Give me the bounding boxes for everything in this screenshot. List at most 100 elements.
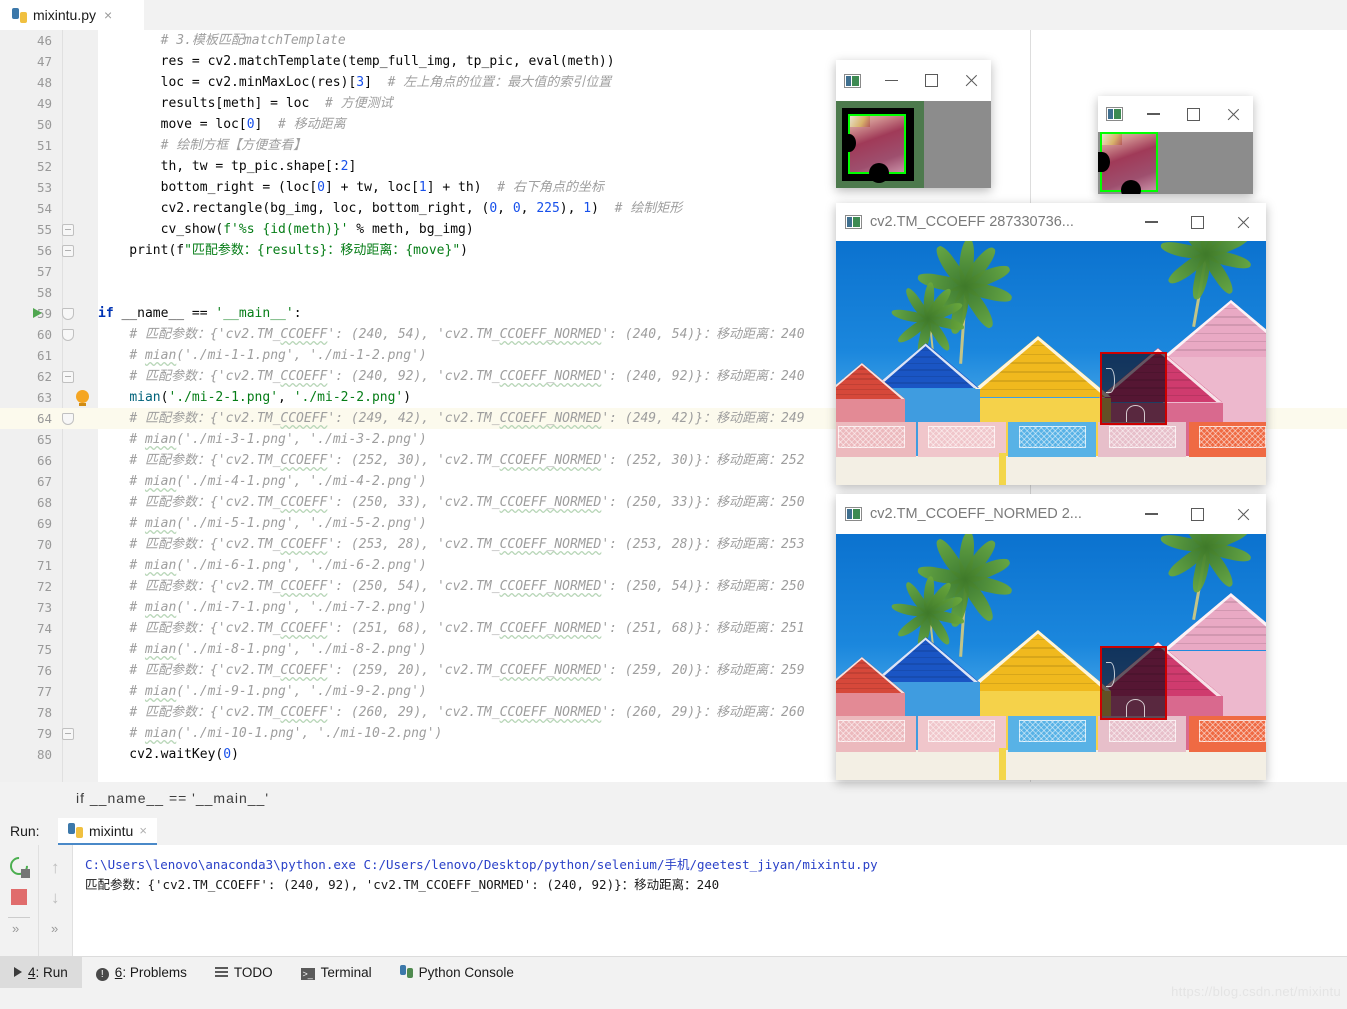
intention-bulb-icon[interactable] xyxy=(76,390,89,406)
line-number: 54 xyxy=(36,201,52,216)
tool-window-button-6-problems[interactable]: ! 6: Problems xyxy=(82,957,201,989)
code-fold-icon[interactable] xyxy=(62,371,74,383)
fence-mesh xyxy=(837,720,905,743)
minimize-button[interactable] xyxy=(1128,221,1174,223)
expand-more-icon-left[interactable]: » xyxy=(12,921,19,936)
python-icon xyxy=(68,823,83,838)
code-line[interactable]: 47 res = cv2.matchTemplate(temp_full_img… xyxy=(0,51,1347,72)
cv-window-template-2[interactable] xyxy=(1098,96,1253,194)
run-toolbar-right: ↑ ↓ » xyxy=(38,845,72,956)
maximize-button[interactable] xyxy=(911,74,951,87)
code-text: # 匹配参数：{'cv2.TM_CCOEFF': (250, 54), 'cv2… xyxy=(129,579,805,594)
tab-mixintu-py[interactable]: mixintu.py × xyxy=(0,0,144,30)
expand-more-icon-right[interactable]: » xyxy=(51,921,58,936)
window-controls-1 xyxy=(871,73,991,88)
code-text: th, tw = tp_pic.shape[:2] xyxy=(98,159,357,174)
run-tool-window: Run: mixintu × » ↑ ↓ » C:\Users\lenovo\a… xyxy=(0,818,1347,956)
stop-icon[interactable] xyxy=(11,889,27,905)
code-fold-icon[interactable] xyxy=(62,245,74,257)
cv-titlebar-2[interactable] xyxy=(1098,96,1253,132)
toolbar-divider xyxy=(8,917,30,918)
roof-plank xyxy=(1006,362,1070,364)
cv-titlebar-1[interactable] xyxy=(836,60,991,101)
todo-list-icon xyxy=(214,965,228,980)
code-text: if __name__ == '__main__': xyxy=(98,306,302,321)
run-panel-header: Run: mixintu × xyxy=(0,818,1347,845)
roof-plank xyxy=(836,388,893,391)
maximize-button[interactable] xyxy=(1174,507,1220,521)
cv-window-template-1[interactable] xyxy=(836,60,991,188)
roof-plank xyxy=(1192,626,1266,628)
run-gutter-icon[interactable] xyxy=(33,308,42,318)
line-number: 75 xyxy=(36,642,52,657)
close-button[interactable] xyxy=(1220,215,1266,230)
window-controls-3 xyxy=(1128,215,1266,230)
code-text: # mian('./mi-9-1.png', './mi-9-2.png') xyxy=(129,684,427,699)
line-number: 63 xyxy=(36,390,52,405)
roof-plank xyxy=(975,388,1101,391)
code-text: cv2.rectangle(bg_img, loc, bottom_right,… xyxy=(98,201,683,216)
line-number: 71 xyxy=(36,558,52,573)
minimize-button[interactable] xyxy=(871,79,911,82)
code-text: print(f"匹配参数：{results}：移动距离：{move}") xyxy=(98,243,468,258)
roof-plank xyxy=(1017,647,1059,649)
code-text: # 3.模板匹配matchTemplate xyxy=(160,33,346,48)
tool-window-button-terminal[interactable]: >_ Terminal xyxy=(287,957,386,989)
run-triangle-icon xyxy=(14,965,22,980)
minimize-button[interactable] xyxy=(1133,113,1173,115)
window-controls-2 xyxy=(1133,107,1253,122)
line-number: 77 xyxy=(36,684,52,699)
fence-mesh xyxy=(928,720,996,743)
cv-window-result-ccoeff[interactable]: cv2.TM_CCOEFF 287330736... xyxy=(836,203,1266,485)
opencv-window-icon xyxy=(844,73,861,88)
line-number: 80 xyxy=(36,747,52,762)
code-fold-icon[interactable] xyxy=(62,308,74,320)
cv-window-title-1: cv2.TM_CCOEFF 287330736... xyxy=(870,214,1074,230)
line-number: 61 xyxy=(36,348,52,363)
close-icon[interactable]: × xyxy=(104,7,112,23)
terminal-icon: >_ xyxy=(300,968,315,980)
cv-titlebar-4[interactable]: cv2.TM_CCOEFF_NORMED 2... xyxy=(836,494,1266,534)
maximize-button[interactable] xyxy=(1173,107,1213,121)
code-fold-icon[interactable] xyxy=(62,329,74,341)
close-button[interactable] xyxy=(951,73,991,88)
match-notch-bottom xyxy=(1125,404,1146,423)
line-number: 68 xyxy=(36,495,52,510)
line-number: 69 xyxy=(36,516,52,531)
scroll-up-icon[interactable]: ↑ xyxy=(51,859,63,876)
code-text: # mian('./mi-6-1.png', './mi-6-2.png') xyxy=(129,558,427,573)
roof-plank xyxy=(836,393,899,396)
line-number: 50 xyxy=(36,117,52,132)
code-text: # mian('./mi-1-1.png', './mi-1-2.png') xyxy=(129,348,427,363)
line-number: 62 xyxy=(36,369,52,384)
tool-window-button-4-run[interactable]: 4: Run xyxy=(0,956,82,989)
tool-window-label: TODO xyxy=(233,965,273,980)
code-text: # 匹配参数：{'cv2.TM_CCOEFF': (259, 20), 'cv2… xyxy=(129,663,805,678)
run-tab-label: mixintu xyxy=(89,822,134,839)
tool-window-button-python-console[interactable]: Python Console xyxy=(386,957,528,989)
code-line[interactable]: 46 # 3.模板匹配matchTemplate xyxy=(0,30,1347,51)
tool-window-button-todo[interactable]: TODO xyxy=(201,957,287,989)
cv-titlebar-3[interactable]: cv2.TM_CCOEFF 287330736... xyxy=(836,203,1266,241)
close-button[interactable] xyxy=(1213,107,1253,122)
scroll-down-icon[interactable]: ↓ xyxy=(51,889,63,906)
roof-plank xyxy=(836,687,899,690)
close-icon[interactable]: × xyxy=(139,823,147,838)
line-number: 59 xyxy=(36,306,52,321)
opencv-window-icon xyxy=(845,507,862,521)
code-fold-icon[interactable] xyxy=(62,728,74,740)
line-number: 52 xyxy=(36,159,52,174)
maximize-button[interactable] xyxy=(1174,215,1220,229)
cv-window-result-ccoeff-normed[interactable]: cv2.TM_CCOEFF_NORMED 2... xyxy=(836,494,1266,780)
template-image-1 xyxy=(836,101,991,188)
minimize-button[interactable] xyxy=(1128,513,1174,515)
run-tab-mixintu[interactable]: mixintu × xyxy=(58,818,157,845)
close-button[interactable] xyxy=(1220,507,1266,522)
code-fold-icon[interactable] xyxy=(62,224,74,236)
code-fold-icon[interactable] xyxy=(62,413,74,425)
code-line[interactable]: 48 loc = cv2.minMaxLoc(res)[3] # 左上角点的位置… xyxy=(0,72,1347,93)
run-console-output[interactable]: C:\Users\lenovo\anaconda3\python.exe C:/… xyxy=(72,845,1347,956)
roof-plank xyxy=(985,380,1091,382)
fence-mesh xyxy=(1018,425,1086,448)
fence-mesh xyxy=(928,425,996,448)
